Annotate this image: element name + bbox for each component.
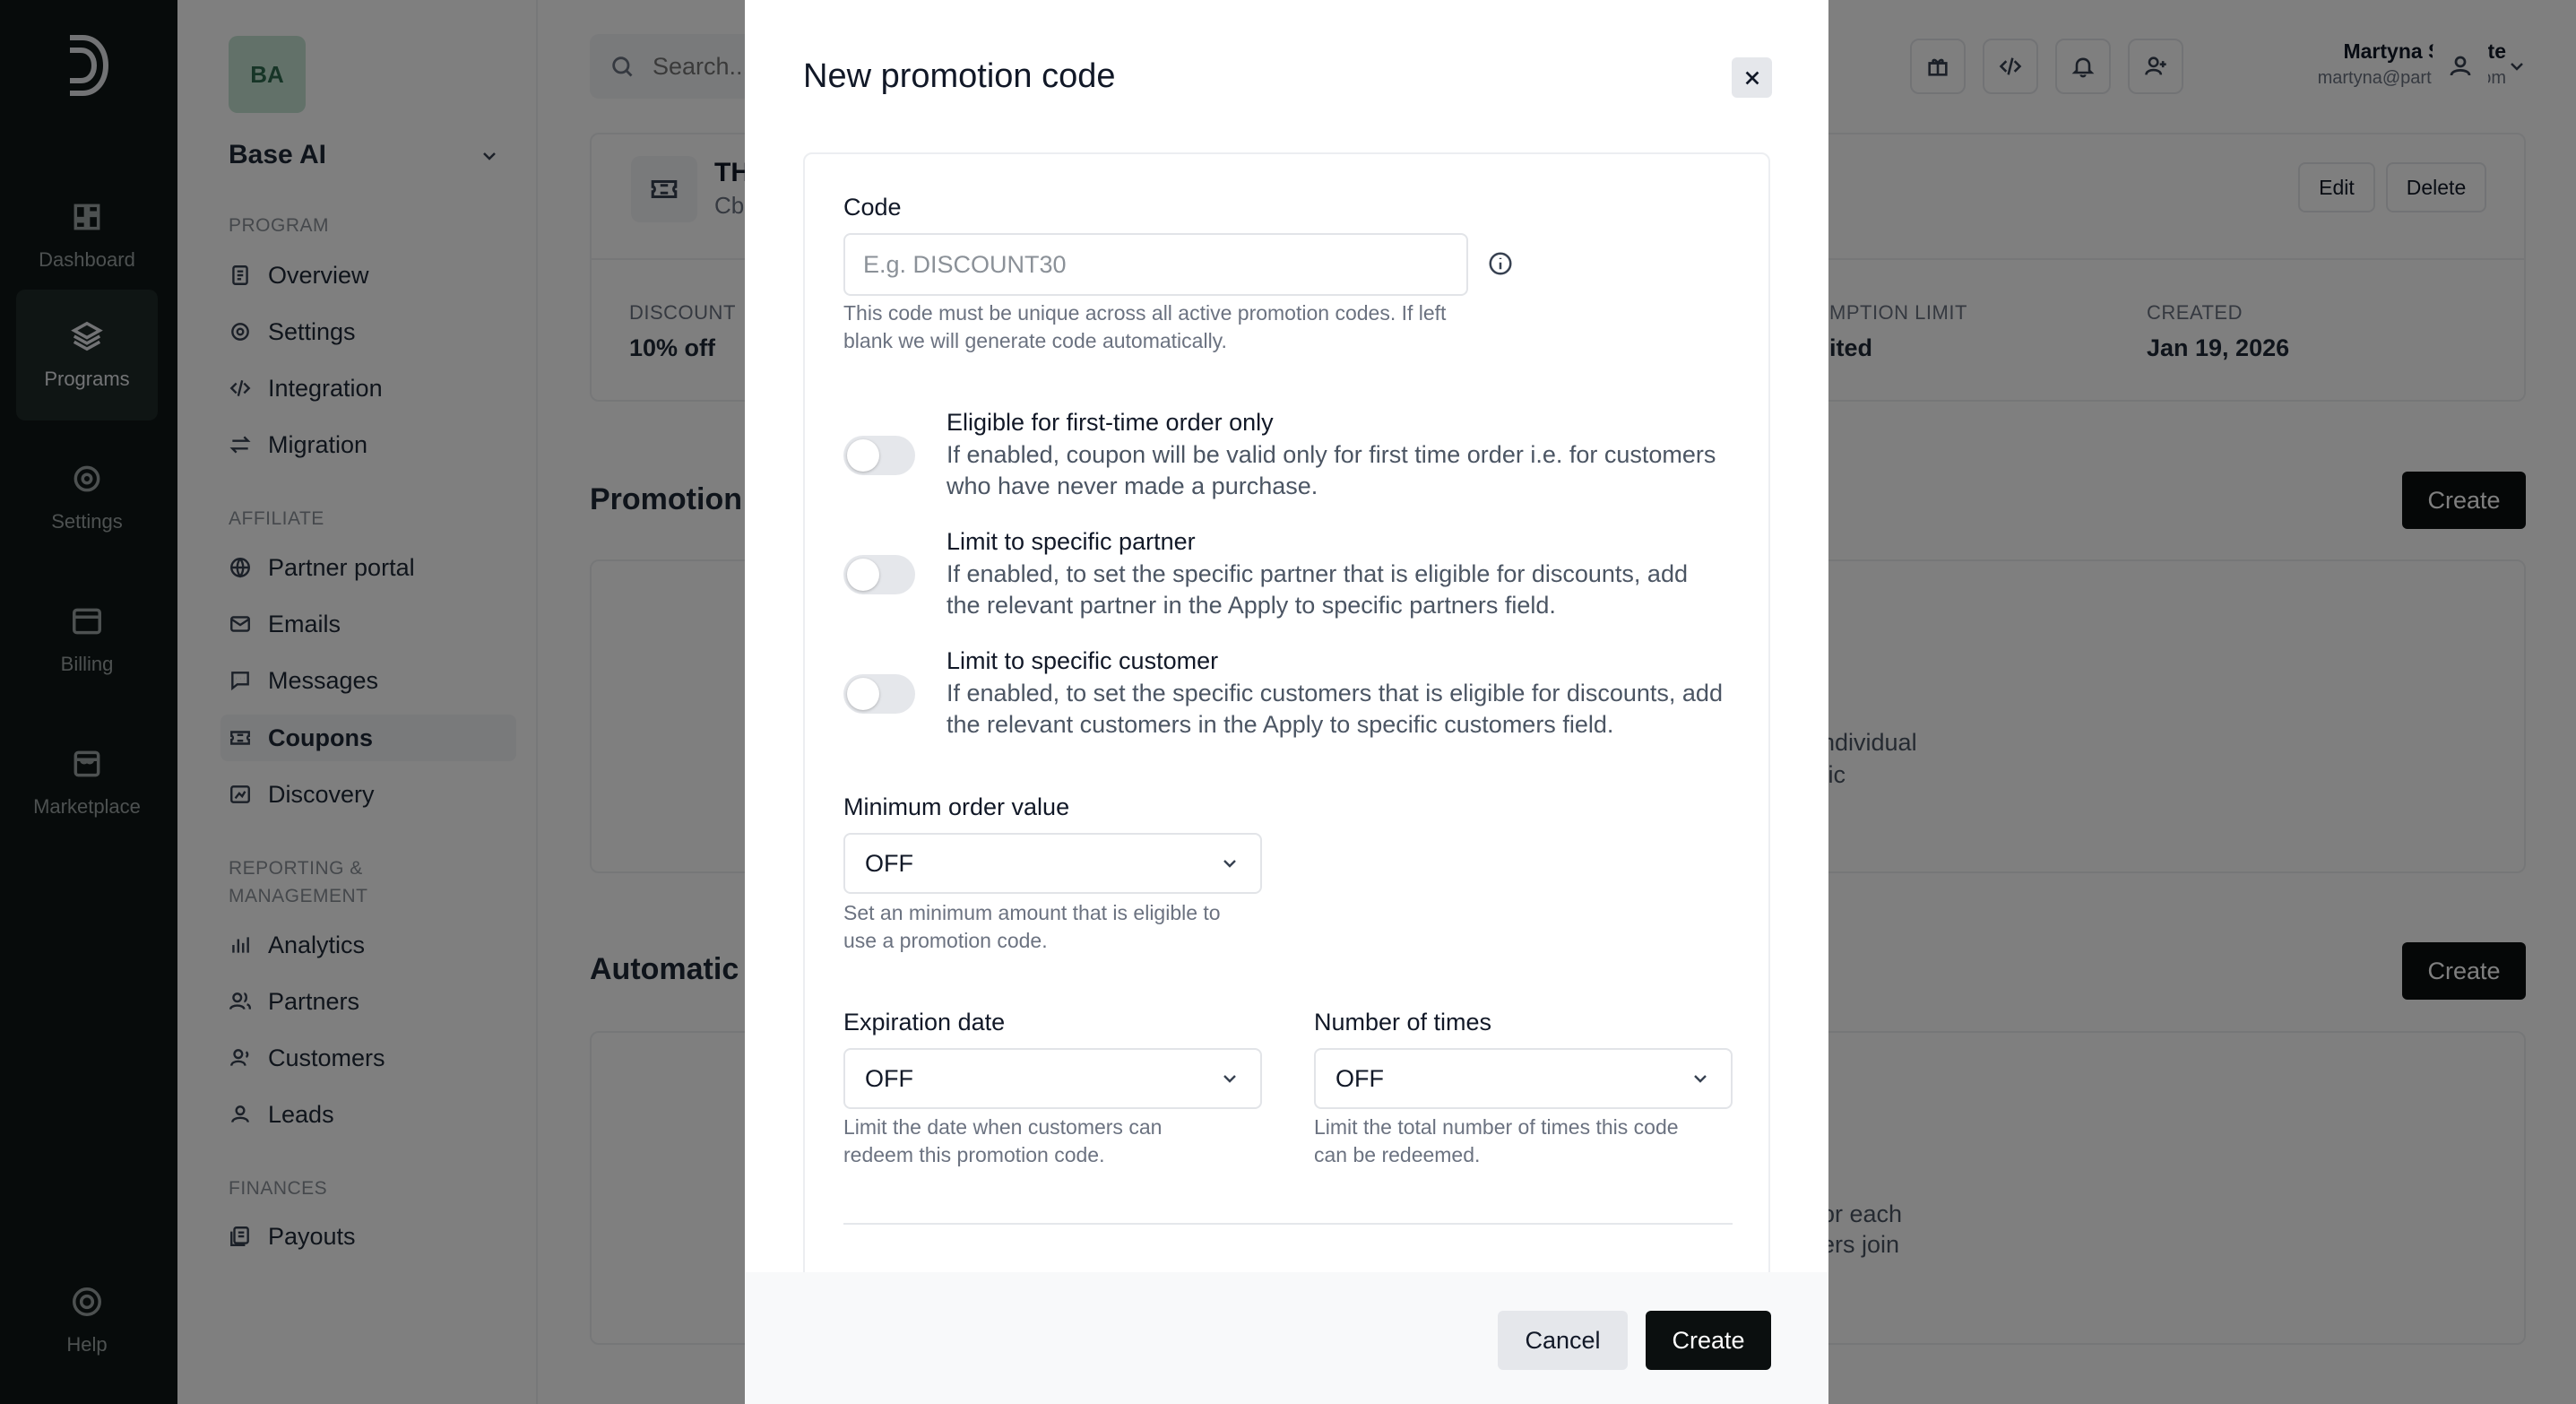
minimum-order-help-2: use a promotion code. bbox=[843, 929, 1048, 952]
code-input[interactable] bbox=[843, 233, 1468, 296]
specific-partner-toggle[interactable] bbox=[843, 555, 915, 594]
specific-partner-title: Limit to specific partner bbox=[947, 528, 1196, 555]
specific-customer-desc-1: If enabled, to set the specific customer… bbox=[947, 680, 1723, 706]
code-help-line-2: blank we will generate code automaticall… bbox=[843, 329, 1227, 352]
expiration-date-select[interactable]: OFF bbox=[843, 1048, 1262, 1109]
expiration-help-1: Limit the date when customers can bbox=[843, 1115, 1163, 1139]
number-of-times-value: OFF bbox=[1336, 1064, 1384, 1092]
cancel-button[interactable]: Cancel bbox=[1498, 1311, 1628, 1370]
minimum-order-value: OFF bbox=[865, 849, 913, 877]
specific-partner-desc-2: the relevant partner in the Apply to spe… bbox=[947, 592, 1556, 619]
modal-footer: Cancel Create bbox=[745, 1272, 1828, 1404]
first-time-order-toggle[interactable] bbox=[843, 436, 915, 475]
code-help-line-1: This code must be unique across all acti… bbox=[843, 301, 1447, 325]
minimum-order-help-1: Set an minimum amount that is eligible t… bbox=[843, 901, 1221, 924]
create-button[interactable]: Create bbox=[1646, 1311, 1771, 1370]
specific-customer-desc-2: the relevant customers in the Apply to s… bbox=[947, 711, 1614, 738]
expiration-date-value: OFF bbox=[865, 1064, 913, 1092]
chevron-down-icon bbox=[1223, 1075, 1236, 1083]
minimum-order-select[interactable]: OFF bbox=[843, 833, 1262, 894]
expiration-date-label: Expiration date bbox=[843, 1009, 1006, 1036]
close-icon bbox=[1745, 71, 1759, 84]
number-of-times-label: Number of times bbox=[1314, 1009, 1492, 1036]
first-time-order-desc-2: who have never made a purchase. bbox=[947, 472, 1318, 499]
expiration-help-2: redeem this promotion code. bbox=[843, 1143, 1105, 1166]
modal-title: New promotion code bbox=[803, 57, 1116, 95]
first-time-order-title: Eligible for first-time order only bbox=[947, 409, 1274, 436]
code-label: Code bbox=[843, 194, 902, 221]
close-button[interactable] bbox=[1732, 57, 1772, 98]
chevron-down-icon bbox=[1223, 860, 1236, 868]
specific-partner-desc-1: If enabled, to set the specific partner … bbox=[947, 560, 1688, 587]
specific-customer-title: Limit to specific customer bbox=[947, 647, 1219, 674]
chevron-down-icon bbox=[1694, 1075, 1707, 1083]
first-time-order-desc-1: If enabled, coupon will be valid only fo… bbox=[947, 441, 1716, 468]
minimum-order-label: Minimum order value bbox=[843, 793, 1070, 820]
form-divider bbox=[843, 1223, 1733, 1225]
number-of-times-help-2: can be redeemed. bbox=[1314, 1143, 1481, 1166]
promotion-form: Code This code must be unique across all… bbox=[803, 152, 1770, 1404]
new-promotion-code-modal: New promotion code Code This code must b… bbox=[745, 0, 1828, 1404]
specific-customer-toggle[interactable] bbox=[843, 674, 915, 714]
number-of-times-select[interactable]: OFF bbox=[1314, 1048, 1733, 1109]
number-of-times-help-1: Limit the total number of times this cod… bbox=[1314, 1115, 1679, 1139]
info-icon[interactable] bbox=[1487, 250, 1514, 277]
